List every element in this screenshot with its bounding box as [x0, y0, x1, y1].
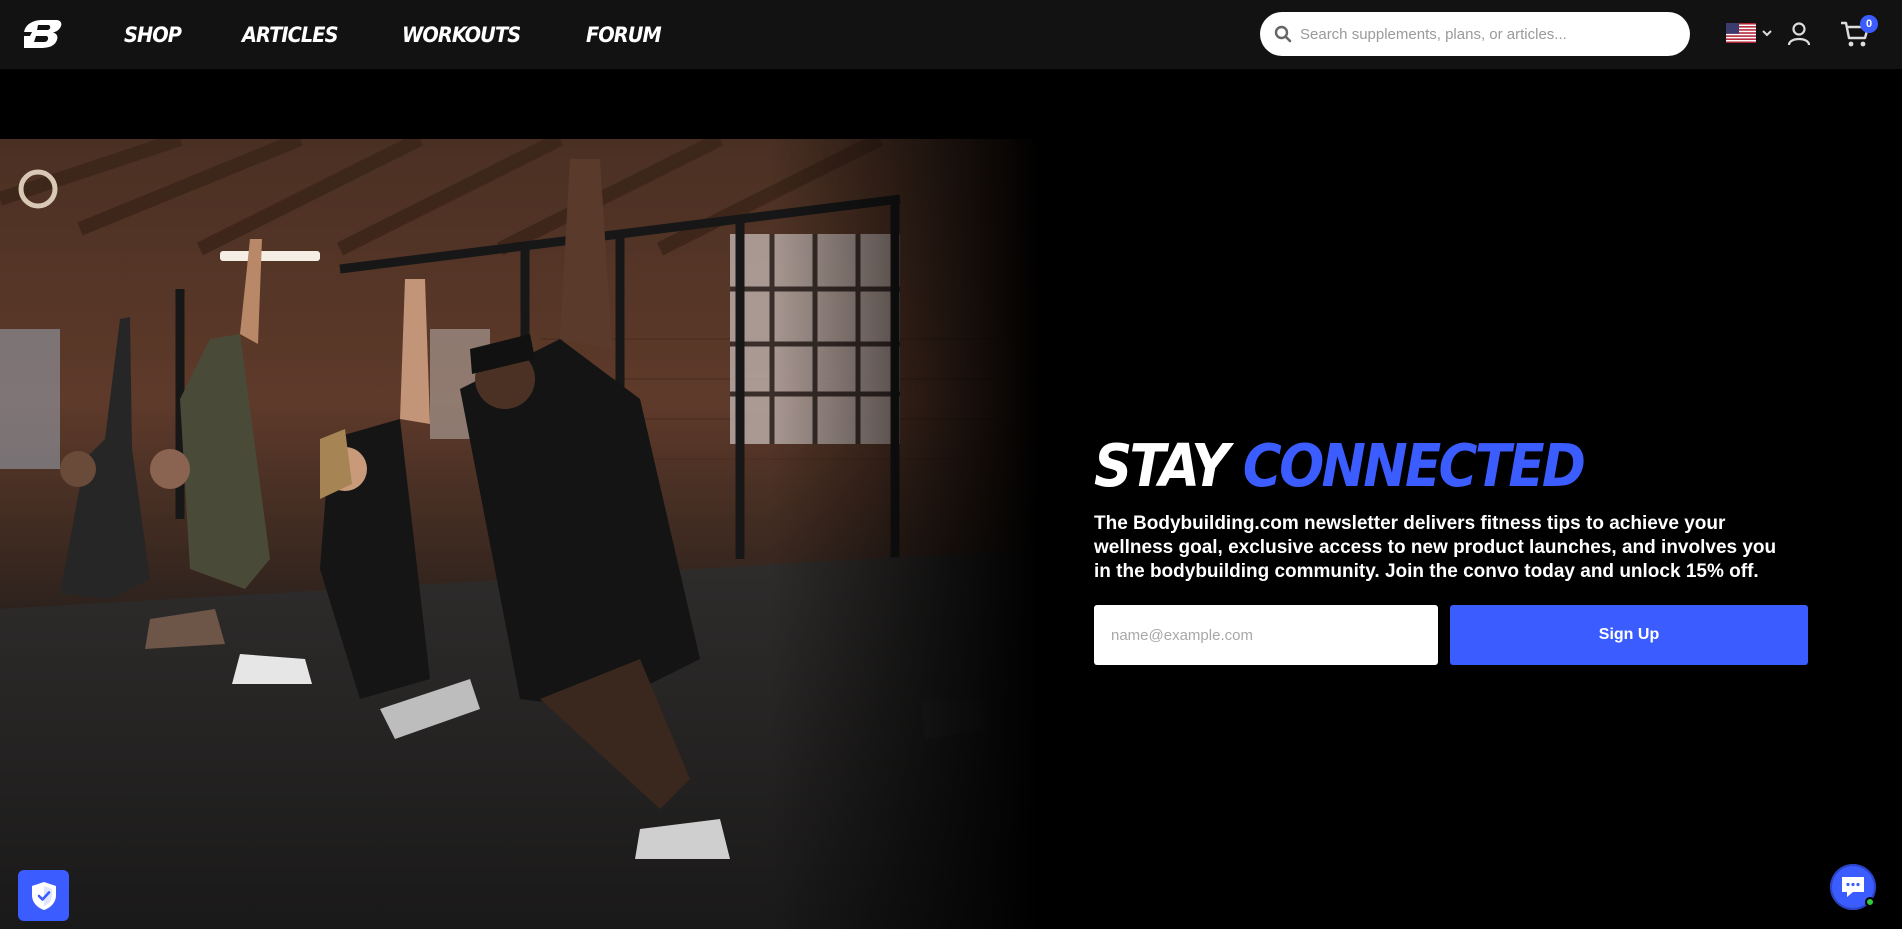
hero-image	[0, 139, 1040, 929]
newsletter-description: The Bodybuilding.com newsletter delivers…	[1094, 513, 1777, 582]
search-bar	[1260, 12, 1690, 56]
headline-connected: CONNECTED	[1242, 431, 1586, 500]
top-navigation-bar: SHOP ARTICLES WORKOUTS FORUM Search supp…	[0, 0, 1902, 69]
email-field[interactable]	[1094, 605, 1438, 665]
main-nav: SHOP ARTICLES WORKOUTS FORUM	[124, 0, 724, 69]
signup-form: Sign Up	[1094, 605, 1814, 665]
sign-up-button[interactable]: Sign Up	[1450, 605, 1808, 665]
nav-shop[interactable]: SHOP	[124, 23, 182, 47]
account-user-icon[interactable]	[1786, 21, 1812, 47]
newsletter-signup: STAY CONNECTED The Bodybuilding.com news…	[1094, 434, 1814, 665]
nav-articles[interactable]: ARTICLES	[242, 23, 338, 47]
header-utility-icons: 0	[1702, 0, 1902, 69]
bodybuilding-logo-icon[interactable]	[18, 16, 64, 52]
privacy-shield-button[interactable]	[18, 870, 69, 921]
nav-workouts[interactable]: WORKOUTS	[402, 23, 521, 47]
nav-forum[interactable]: FORUM	[586, 23, 662, 47]
group-stretching-photo	[0, 139, 1040, 929]
newsletter-headline: STAY CONNECTED	[1094, 434, 1742, 498]
headline-stay: STAY	[1094, 431, 1230, 500]
search-input[interactable]	[1300, 14, 1690, 54]
us-flag-icon[interactable]	[1726, 23, 1756, 43]
chevron-down-icon[interactable]	[1760, 26, 1774, 40]
cart-count-badge: 0	[1860, 15, 1878, 33]
shield-check-icon	[31, 881, 56, 910]
chat-bubble-icon	[1842, 877, 1864, 897]
chat-online-indicator	[1865, 897, 1875, 907]
search-icon[interactable]	[1274, 25, 1292, 43]
